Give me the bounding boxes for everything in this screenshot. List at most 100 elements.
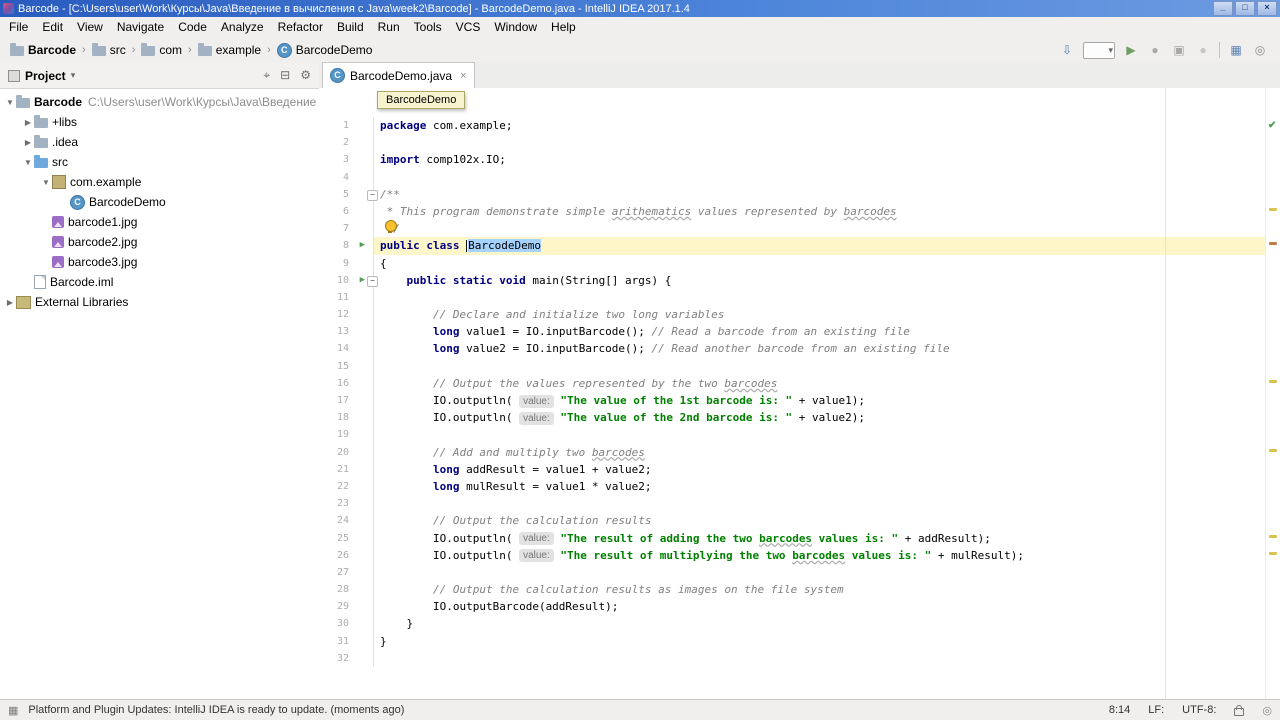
- code-line-28[interactable]: 28 // Output the calculation results as …: [319, 581, 1266, 598]
- vcs-update-icon[interactable]: ⇩: [1059, 42, 1075, 58]
- code-line-8[interactable]: 8▶public class BarcodeDemo: [319, 237, 1266, 254]
- hector-indicator-icon[interactable]: ◎: [1262, 704, 1272, 717]
- menu-refactor[interactable]: Refactor: [271, 17, 330, 37]
- tree-item--libs[interactable]: ▶+libs: [0, 112, 319, 132]
- code-line-11[interactable]: 11: [319, 289, 1266, 306]
- code-line-6[interactable]: 6 * This program demonstrate simple arit…: [319, 203, 1266, 220]
- menu-build[interactable]: Build: [330, 17, 371, 37]
- maximize-button[interactable]: □: [1235, 1, 1255, 16]
- error-stripe[interactable]: ✔: [1265, 88, 1280, 700]
- breadcrumb-item-src[interactable]: src: [92, 43, 126, 57]
- code-line-19[interactable]: 19: [319, 426, 1266, 443]
- fold-icon[interactable]: −: [367, 190, 378, 201]
- menu-view[interactable]: View: [70, 17, 110, 37]
- stop-button[interactable]: ●: [1195, 42, 1211, 58]
- close-tab-icon[interactable]: ×: [460, 70, 466, 82]
- tree-item-src[interactable]: ▼src: [0, 152, 319, 172]
- collapse-all-icon[interactable]: ⊟: [280, 68, 290, 83]
- chevron-collapsed-icon[interactable]: ▶: [22, 118, 34, 127]
- menu-file[interactable]: File: [2, 17, 35, 37]
- breadcrumb-item-com[interactable]: com: [141, 43, 182, 57]
- stripe-mark-line-16[interactable]: [1269, 380, 1277, 383]
- stripe-mark-line-26[interactable]: [1269, 552, 1277, 555]
- code-line-13[interactable]: 13 long value1 = IO.inputBarcode(); // R…: [319, 323, 1266, 340]
- menu-edit[interactable]: Edit: [35, 17, 70, 37]
- code-line-3[interactable]: 3import comp102x.IO;: [319, 151, 1266, 168]
- breadcrumb-item-example[interactable]: example: [198, 43, 261, 57]
- code-line-7[interactable]: 7 */: [319, 220, 1266, 237]
- stripe-mark-line-20[interactable]: [1269, 449, 1277, 452]
- code-area[interactable]: 1package com.example;23import comp102x.I…: [319, 88, 1266, 700]
- stripe-mark-line-25[interactable]: [1269, 535, 1277, 538]
- code-line-27[interactable]: 27: [319, 564, 1266, 581]
- code-line-20[interactable]: 20 // Add and multiply two barcodes: [319, 444, 1266, 461]
- locate-icon[interactable]: ⌖: [263, 68, 270, 83]
- tree-item--idea[interactable]: ▶.idea: [0, 132, 319, 152]
- menu-navigate[interactable]: Navigate: [110, 17, 171, 37]
- fold-icon[interactable]: −: [367, 276, 378, 287]
- menu-tools[interactable]: Tools: [407, 17, 449, 37]
- hector-icon[interactable]: ◎: [1252, 42, 1268, 58]
- code-line-21[interactable]: 21 long addResult = value1 + value2;: [319, 461, 1266, 478]
- code-line-23[interactable]: 23: [319, 495, 1266, 512]
- tree-item-barcode3-jpg[interactable]: barcode3.jpg: [0, 252, 319, 272]
- chevron-expanded-icon[interactable]: ▼: [4, 98, 16, 107]
- tree-item-barcode[interactable]: ▼BarcodeC:\Users\user\Work\Курсы\Java\Вв…: [0, 92, 319, 112]
- tree-item-com-example[interactable]: ▼com.example: [0, 172, 319, 192]
- chevron-collapsed-icon[interactable]: ▶: [22, 138, 34, 147]
- chevron-collapsed-icon[interactable]: ▶: [4, 298, 16, 307]
- code-line-24[interactable]: 24 // Output the calculation results: [319, 512, 1266, 529]
- run-line-icon[interactable]: ▶: [360, 272, 365, 289]
- close-button[interactable]: ×: [1257, 1, 1277, 16]
- menu-window[interactable]: Window: [487, 17, 544, 37]
- menu-vcs[interactable]: VCS: [449, 17, 488, 37]
- code-line-26[interactable]: 26 IO.outputln( value: "The result of mu…: [319, 547, 1266, 564]
- code-line-1[interactable]: 1package com.example;: [319, 117, 1266, 134]
- code-line-16[interactable]: 16 // Output the values represented by t…: [319, 375, 1266, 392]
- settings-icon[interactable]: ⚙: [300, 68, 311, 83]
- code-line-18[interactable]: 18 IO.outputln( value: "The value of the…: [319, 409, 1266, 426]
- chevron-down-icon[interactable]: ▾: [71, 70, 76, 81]
- lock-icon[interactable]: [1234, 708, 1244, 716]
- code-line-29[interactable]: 29 IO.outputBarcode(addResult);: [319, 598, 1266, 615]
- code-line-5[interactable]: 5−/**: [319, 186, 1266, 203]
- menu-code[interactable]: Code: [171, 17, 214, 37]
- code-line-17[interactable]: 17 IO.outputln( value: "The value of the…: [319, 392, 1266, 409]
- stripe-mark-line-6[interactable]: [1269, 208, 1277, 211]
- breadcrumb-item-barcodedemo[interactable]: CBarcodeDemo: [277, 43, 373, 58]
- tree-item-barcode1-jpg[interactable]: barcode1.jpg: [0, 212, 319, 232]
- status-message[interactable]: Platform and Plugin Updates: IntelliJ ID…: [28, 704, 404, 716]
- code-line-31[interactable]: 31}: [319, 633, 1266, 650]
- tree-item-external-libraries[interactable]: ▶External Libraries: [0, 292, 319, 312]
- code-line-22[interactable]: 22 long mulResult = value1 * value2;: [319, 478, 1266, 495]
- code-line-25[interactable]: 25 IO.outputln( value: "The result of ad…: [319, 530, 1266, 547]
- status-line-separator[interactable]: LF:: [1148, 704, 1164, 716]
- menu-help[interactable]: Help: [544, 17, 583, 37]
- run-config-select[interactable]: ▾: [1083, 42, 1115, 59]
- code-line-2[interactable]: 2: [319, 134, 1266, 151]
- minimize-button[interactable]: _: [1213, 1, 1233, 16]
- coverage-button[interactable]: ▣: [1171, 42, 1187, 58]
- run-line-icon[interactable]: ▶: [360, 237, 365, 254]
- status-caret-position[interactable]: 8:14: [1109, 704, 1130, 716]
- code-line-12[interactable]: 12 // Declare and initialize two long va…: [319, 306, 1266, 323]
- debug-button[interactable]: ●: [1147, 42, 1163, 58]
- project-structure-icon[interactable]: ▦: [1228, 42, 1244, 58]
- code-line-10[interactable]: 10▶− public static void main(String[] ar…: [319, 272, 1266, 289]
- chevron-expanded-icon[interactable]: ▼: [22, 158, 34, 167]
- tree-item-barcodedemo[interactable]: CBarcodeDemo: [0, 192, 319, 212]
- stripe-mark-line-8[interactable]: [1269, 242, 1277, 245]
- tool-window-switcher-icon[interactable]: ▦: [8, 704, 18, 717]
- code-line-32[interactable]: 32: [319, 650, 1266, 667]
- menu-run[interactable]: Run: [371, 17, 407, 37]
- code-line-9[interactable]: 9{: [319, 255, 1266, 272]
- breadcrumb-item-barcode[interactable]: Barcode: [10, 43, 76, 57]
- project-panel-title[interactable]: Project: [25, 69, 66, 83]
- code-line-30[interactable]: 30 }: [319, 615, 1266, 632]
- chevron-expanded-icon[interactable]: ▼: [40, 178, 52, 187]
- tab-barcodedemo-java[interactable]: C BarcodeDemo.java ×: [322, 62, 475, 89]
- code-line-4[interactable]: 4: [319, 169, 1266, 186]
- tree-item-barcode-iml[interactable]: Barcode.iml: [0, 272, 319, 292]
- code-line-14[interactable]: 14 long value2 = IO.inputBarcode(); // R…: [319, 340, 1266, 357]
- run-button[interactable]: ▶: [1123, 42, 1139, 58]
